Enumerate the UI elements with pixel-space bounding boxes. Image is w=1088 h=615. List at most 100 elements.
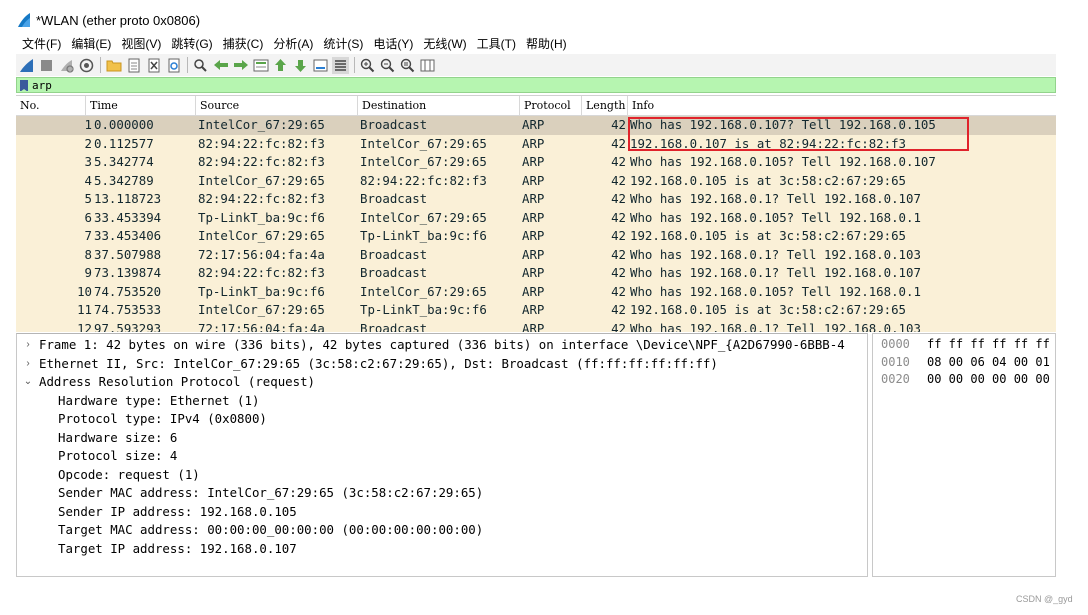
column-header-source[interactable]: Source: [196, 96, 358, 115]
packet-row[interactable]: 5 13.118723 82:94:22:fc:82:f3 Broadcast ARP 4…: [16, 190, 1056, 209]
detail-tree-item[interactable]: Ethernet II, Src: IntelCor_67:29:65 (3c:…: [39, 355, 718, 374]
restart-icon[interactable]: [58, 57, 75, 74]
detail-tree-item[interactable]: Target MAC address: 00:00:00_00:00:00 (0…: [58, 521, 483, 540]
zoom-out-icon[interactable]: [379, 57, 396, 74]
packet-row[interactable]: 7 33.453406 IntelCor_67:29:65 Tp-LinkT_ba:9…: [16, 227, 1056, 246]
detail-tree-item[interactable]: Target IP address: 192.168.0.107: [58, 540, 297, 559]
menu-item-2[interactable]: 视图(V): [121, 35, 161, 52]
detail-tree-item[interactable]: Sender MAC address: IntelCor_67:29:65 (3…: [58, 484, 483, 503]
detail-tree-item[interactable]: Hardware type: Ethernet (1): [58, 392, 259, 411]
column-header-time[interactable]: Time: [86, 96, 196, 115]
packet-cell-dst: IntelCor_67:29:65: [360, 154, 487, 169]
find-icon[interactable]: [192, 57, 209, 74]
detail-tree-item[interactable]: Address Resolution Protocol (request): [39, 373, 315, 392]
packet-cell-proto: ARP: [522, 154, 545, 169]
packet-row[interactable]: 12 97.593293 72:17:56:04:fa:4a Broadcast ARP…: [16, 319, 1056, 333]
collapse-arrow-icon[interactable]: ⌄: [23, 373, 33, 392]
packet-row[interactable]: 10 74.753520 Tp-LinkT_ba:9c:f6 IntelCor_67:…: [16, 282, 1056, 301]
packet-cell-src: 82:94:22:fc:82:f3: [198, 191, 325, 206]
packet-cell-src: Tp-LinkT_ba:9c:f6: [198, 283, 325, 299]
bookmark-icon[interactable]: [20, 79, 28, 92]
packet-cell-no: 5: [84, 191, 92, 206]
packet-row[interactable]: 11 74.753533 IntelCor_67:29:65 Tp-LinkT_ba:…: [16, 301, 1056, 320]
packet-cell-len: 42: [611, 135, 626, 151]
packet-cell-proto: ARP: [522, 265, 545, 280]
packet-cell-src: IntelCor_67:29:65: [198, 172, 325, 188]
packet-row[interactable]: 6 33.453394 Tp-LinkT_ba:9c:f6 IntelCor_67:2…: [16, 208, 1056, 227]
packet-cell-no: 7: [84, 228, 92, 243]
column-header-destination[interactable]: Destination: [358, 96, 520, 115]
byte-hex[interactable]: ff ff ff ff ff ff: [927, 336, 1050, 353]
shark-fin-icon[interactable]: [18, 57, 35, 74]
packet-row[interactable]: 4 5.342789 IntelCor_67:29:65 82:94:22:fc:82…: [16, 171, 1056, 190]
packet-cell-proto: ARP: [522, 320, 545, 333]
colorize-icon[interactable]: [332, 56, 349, 74]
detail-tree-item[interactable]: Sender IP address: 192.168.0.105: [58, 503, 297, 522]
packet-cell-info: Who has 192.168.0.105? Tell 192.168.0.1: [630, 209, 921, 225]
expand-arrow-icon[interactable]: ›: [23, 336, 33, 355]
zoom-in-icon[interactable]: [359, 57, 376, 74]
packet-row[interactable]: 2 0.112577 82:94:22:fc:82:f3 IntelCor_67:29…: [16, 134, 1056, 153]
normal-size-icon[interactable]: [399, 57, 416, 74]
resize-columns-icon[interactable]: [419, 57, 436, 74]
menu-item-0[interactable]: 文件(F): [22, 35, 61, 52]
packet-cell-info: Who has 192.168.0.107? Tell 192.168.0.10…: [630, 117, 936, 132]
packet-cell-time: 5.342789: [94, 172, 154, 188]
packet-cell-time: 0.000000: [94, 117, 154, 132]
packet-cell-no: 9: [84, 265, 92, 280]
menu-item-6[interactable]: 统计(S): [323, 35, 363, 52]
byte-offset: 0010: [881, 354, 910, 369]
menu-item-8[interactable]: 无线(W): [423, 35, 466, 52]
toolbar-separator: [187, 57, 188, 73]
detail-tree-item[interactable]: Protocol type: IPv4 (0x0800): [58, 410, 267, 429]
packet-cell-src: 72:17:56:04:fa:4a: [198, 246, 325, 262]
column-header-no[interactable]: No.: [16, 96, 86, 115]
menu-item-1[interactable]: 编辑(E): [71, 35, 111, 52]
packet-cell-info: Who has 192.168.0.1? Tell 192.168.0.107: [630, 265, 921, 280]
menu-item-4[interactable]: 捕获(C): [223, 35, 264, 52]
menu-item-9[interactable]: 工具(T): [477, 35, 516, 52]
menu-item-7[interactable]: 电话(Y): [373, 35, 413, 52]
window-title: *WLAN (ether proto 0x0806): [36, 12, 201, 28]
packet-cell-src: 82:94:22:fc:82:f3: [198, 265, 325, 280]
packet-cell-info: Who has 192.168.0.105? Tell 192.168.0.1: [630, 283, 921, 299]
packet-row[interactable]: 3 5.342774 82:94:22:fc:82:f3 IntelCor_67:29…: [16, 153, 1056, 172]
packet-cell-time: 0.112577: [94, 135, 154, 151]
stop-icon[interactable]: [38, 57, 55, 74]
last-packet-icon[interactable]: [292, 57, 309, 74]
open-folder-icon[interactable]: [105, 57, 122, 74]
column-header-protocol[interactable]: Protocol: [520, 96, 582, 115]
menu-item-3[interactable]: 跳转(G): [171, 35, 212, 52]
column-header-length[interactable]: Length: [582, 96, 628, 115]
back-arrow-icon[interactable]: [212, 57, 229, 74]
detail-tree-item[interactable]: Opcode: request (1): [58, 466, 200, 485]
menu-item-10[interactable]: 帮助(H): [526, 35, 567, 52]
expand-arrow-icon[interactable]: ›: [23, 355, 33, 374]
reload-icon[interactable]: [165, 57, 182, 74]
display-filter-input[interactable]: [32, 78, 932, 92]
packet-row[interactable]: 9 73.139874 82:94:22:fc:82:f3 Broadcast ARP 4…: [16, 264, 1056, 283]
packet-cell-time: 97.593293: [94, 320, 162, 333]
options-gear-icon[interactable]: [78, 57, 95, 74]
detail-tree-item[interactable]: Protocol size: 4: [58, 447, 177, 466]
file-icon[interactable]: [125, 57, 142, 74]
packet-cell-info: 192.168.0.107 is at 82:94:22:fc:82:f3: [630, 135, 907, 151]
forward-arrow-icon[interactable]: [232, 57, 249, 74]
column-header-info[interactable]: Info: [628, 96, 1056, 115]
packet-cell-len: 42: [611, 320, 626, 333]
first-packet-icon[interactable]: [272, 57, 289, 74]
packet-cell-no: 6: [84, 209, 92, 225]
packet-row[interactable]: 8 37.507988 72:17:56:04:fa:4a Broadcast ARP 4…: [16, 245, 1056, 264]
detail-tree-item[interactable]: Hardware size: 6: [58, 429, 177, 448]
packet-row[interactable]: 1 0.000000 IntelCor_67:29:65 Broadcast ARP 42…: [16, 116, 1056, 135]
toolbar-separator: [100, 57, 101, 73]
go-to-packet-icon[interactable]: [252, 57, 269, 74]
byte-hex[interactable]: 08 00 06 04 00 01: [927, 354, 1050, 371]
detail-tree-item[interactable]: Frame 1: 42 bytes on wire (336 bits), 42…: [39, 336, 845, 355]
menu-item-5[interactable]: 分析(A): [273, 35, 313, 52]
byte-hex[interactable]: 00 00 00 00 00 00: [927, 371, 1050, 388]
close-file-icon[interactable]: [145, 57, 162, 74]
packet-cell-len: 42: [611, 283, 626, 299]
packet-cell-len: 42: [611, 191, 626, 206]
autoscroll-icon[interactable]: [312, 57, 329, 74]
